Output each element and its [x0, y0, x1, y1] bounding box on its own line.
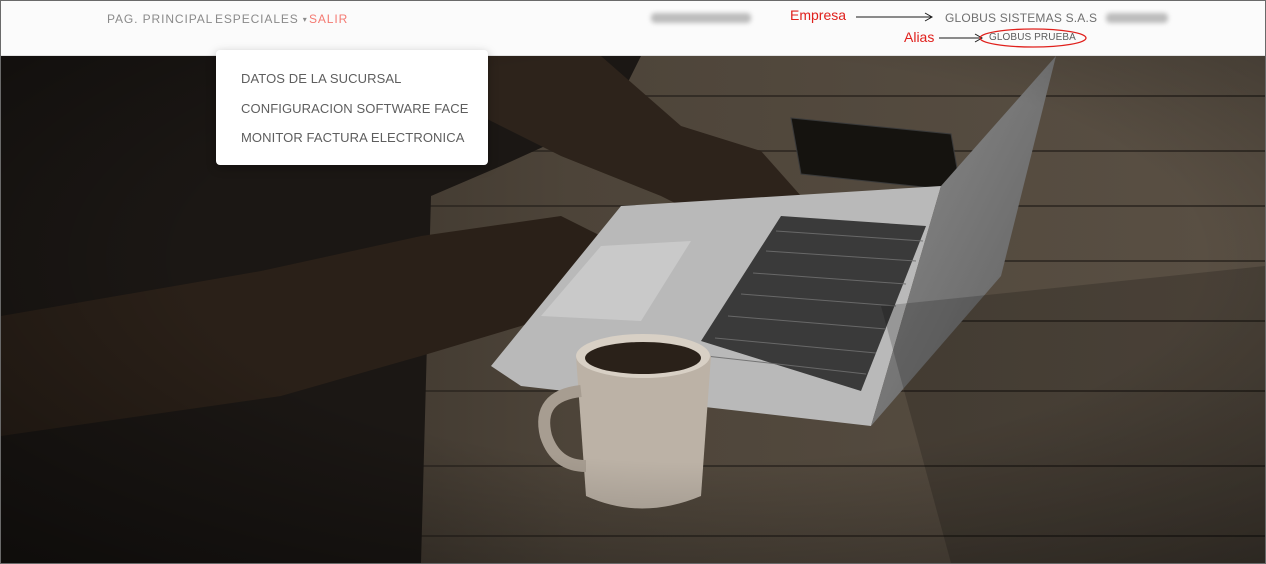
annotation-arrow-icon: [856, 12, 934, 22]
menu-item-configuracion-software[interactable]: CONFIGURACION SOFTWARE FACE: [241, 101, 469, 116]
chevron-down-icon: ▾: [302, 15, 308, 24]
company-alias: GLOBUS PRUEBA: [989, 32, 1076, 43]
blurred-info: [651, 13, 751, 23]
top-navbar: PAG. PRINCIPAL ESPECIALES ▾ SALIR Empresa…: [1, 1, 1265, 56]
nav-home-link[interactable]: PAG. PRINCIPAL: [107, 12, 213, 26]
menu-item-monitor-factura[interactable]: MONITOR FACTURA ELECTRONICA: [241, 130, 464, 145]
annotation-empresa-label: Empresa: [790, 7, 847, 23]
menu-item-datos-sucursal[interactable]: DATOS DE LA SUCURSAL: [241, 71, 401, 86]
nav-especiales-label: ESPECIALES: [215, 12, 299, 26]
app-window: PAG. PRINCIPAL ESPECIALES ▾ SALIR Empresa…: [0, 0, 1266, 564]
especiales-dropdown-menu: DATOS DE LA SUCURSAL CONFIGURACION SOFTW…: [216, 50, 488, 165]
blurred-info: [1106, 13, 1168, 23]
nav-salir-link[interactable]: SALIR: [309, 12, 348, 26]
company-name: GLOBUS SISTEMAS S.A.S: [945, 11, 1098, 25]
nav-especiales-menu[interactable]: ESPECIALES ▾: [215, 12, 308, 26]
annotation-alias-label: Alias: [904, 29, 935, 45]
hero-background-image: [1, 56, 1265, 563]
